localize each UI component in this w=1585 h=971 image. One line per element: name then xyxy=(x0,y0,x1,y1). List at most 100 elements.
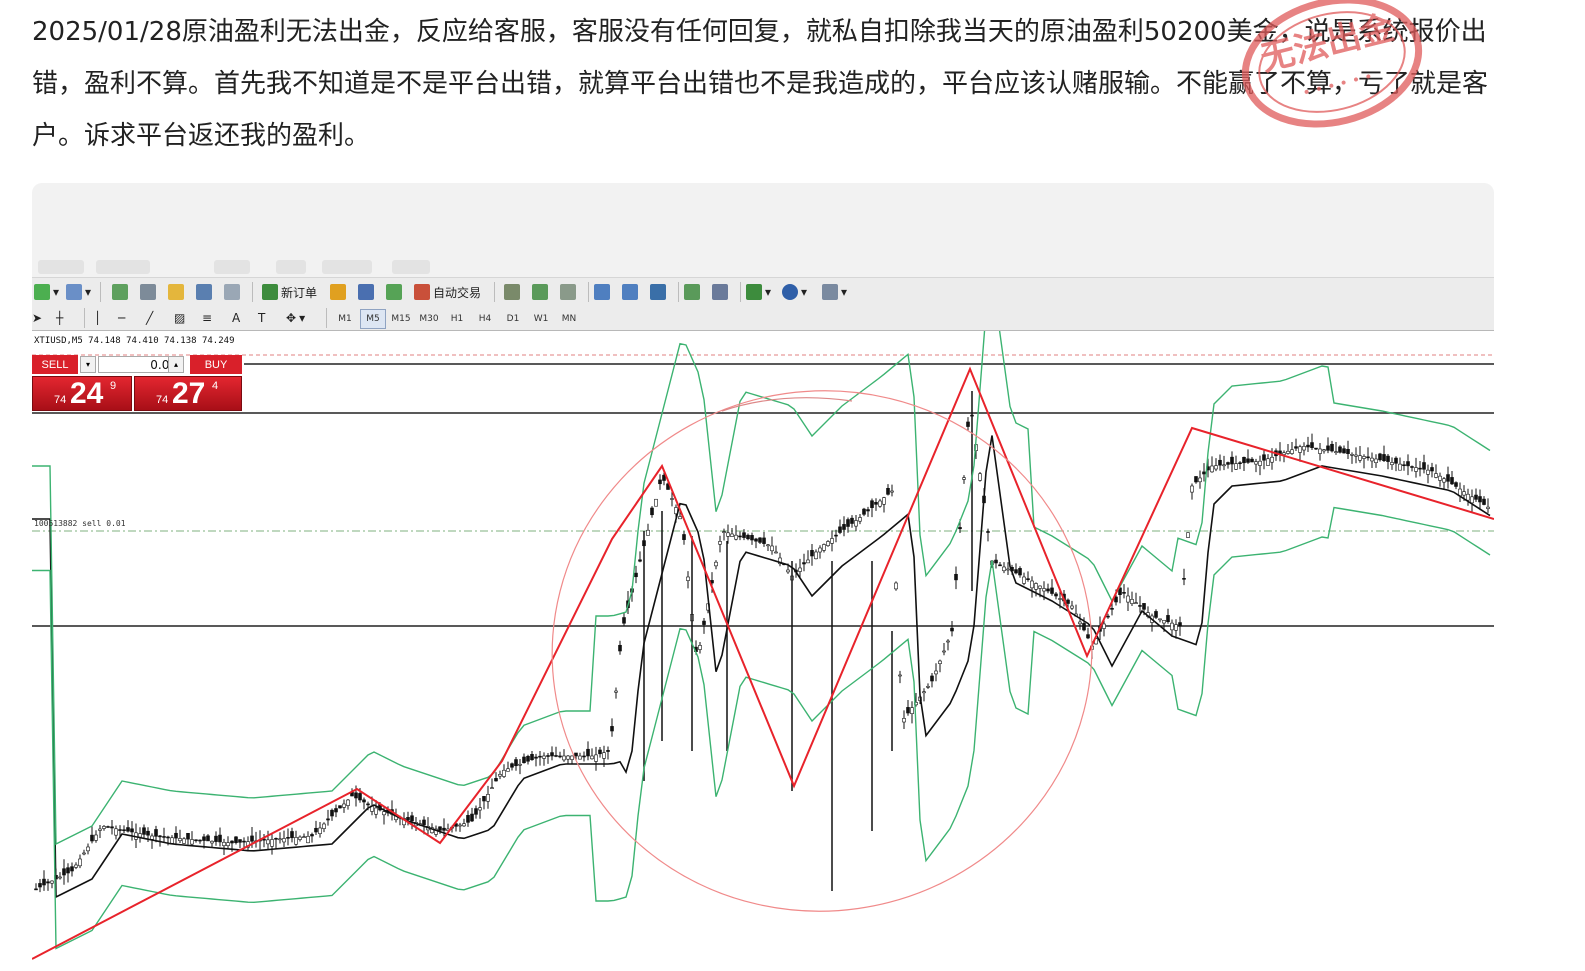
candle-body xyxy=(1046,588,1050,592)
timeframe-d1-button[interactable]: D1 xyxy=(500,309,526,329)
candle-body xyxy=(58,876,62,879)
zoom-in-button[interactable] xyxy=(594,282,610,302)
bar-chart-icon xyxy=(504,284,520,300)
candle-body xyxy=(834,534,838,537)
candle-body xyxy=(190,839,194,845)
candle-body xyxy=(1226,462,1230,465)
timeframe-w1-button[interactable]: W1 xyxy=(528,309,554,329)
market-watch-button[interactable] xyxy=(112,282,128,302)
candle-body xyxy=(754,538,758,542)
terminal-button[interactable] xyxy=(196,282,212,302)
channel-button[interactable]: ▨ xyxy=(174,308,185,328)
candle-body xyxy=(1214,465,1218,470)
bar-chart-button[interactable] xyxy=(504,282,520,302)
lot-decrease-button[interactable]: ▾ xyxy=(80,356,96,373)
candle-body xyxy=(206,835,210,842)
timeframe-mn-button[interactable]: MN xyxy=(556,309,582,329)
candle-body xyxy=(438,826,442,831)
line-chart-button[interactable] xyxy=(560,282,576,302)
candle-body xyxy=(162,836,166,838)
vertical-line-button[interactable]: │ xyxy=(94,308,101,328)
timeframe-m30-button[interactable]: M30 xyxy=(416,309,442,329)
timeframe-m1-button[interactable]: M1 xyxy=(332,309,358,329)
candle-body xyxy=(1038,585,1042,589)
price-chart[interactable] xyxy=(32,275,1494,971)
candle-chart-button[interactable] xyxy=(532,282,548,302)
candle-body xyxy=(1086,634,1090,639)
tile-windows-button[interactable] xyxy=(650,282,666,302)
market-button[interactable] xyxy=(386,282,402,302)
lot-increase-button[interactable]: ▴ xyxy=(168,356,184,373)
candle-body xyxy=(1034,583,1038,590)
candle-body xyxy=(326,818,330,821)
candle-body xyxy=(470,813,474,822)
candle-body xyxy=(1270,456,1274,463)
sell-button[interactable]: SELL xyxy=(32,355,78,374)
templates-button[interactable]: ▾ xyxy=(822,282,847,302)
candle-body xyxy=(678,516,682,520)
horizontal-line-button[interactable]: ─ xyxy=(118,308,125,328)
shapes-button[interactable]: ✥ ▾ xyxy=(286,308,305,328)
fibonacci-button[interactable]: ≡ xyxy=(202,308,212,328)
chart-shift-button[interactable] xyxy=(712,282,728,302)
candle-body xyxy=(238,839,242,843)
candle-body xyxy=(310,834,314,837)
text-tool-button[interactable]: A xyxy=(232,308,240,328)
timeframe-h4-button[interactable]: H4 xyxy=(472,309,498,329)
candle-body xyxy=(1298,446,1302,453)
candle-body xyxy=(934,670,938,675)
sell-price[interactable]: 74 24 9 xyxy=(32,376,132,411)
candle-body xyxy=(274,838,278,840)
crosshair-tool-button[interactable]: ┼ xyxy=(56,308,63,328)
autoscroll-button[interactable] xyxy=(684,282,700,302)
candle-body xyxy=(330,809,334,817)
candle-body xyxy=(586,748,590,757)
buy-price[interactable]: 74 27 4 xyxy=(134,376,242,411)
new-chart-button[interactable]: ▾ xyxy=(34,282,59,302)
template-icon xyxy=(822,284,838,300)
candle-body xyxy=(290,831,294,839)
new-order-button[interactable]: 新订单 xyxy=(262,282,317,302)
navigator-button[interactable] xyxy=(140,282,156,302)
cursor-icon: ➤ xyxy=(32,311,43,325)
tester-button[interactable] xyxy=(224,282,240,302)
moving-average-line xyxy=(32,435,1491,899)
candle-body xyxy=(242,840,246,843)
candle-body xyxy=(1398,463,1402,471)
timeframe-m5-button[interactable]: M5 xyxy=(360,309,386,329)
candle-body xyxy=(1294,446,1298,449)
candle-body xyxy=(1462,491,1466,496)
periods-button[interactable]: ▾ xyxy=(782,282,807,302)
auto-trading-button[interactable]: 自动交易 xyxy=(414,282,481,302)
favorites-button[interactable] xyxy=(168,282,184,302)
candle-body xyxy=(42,878,46,886)
candle-body xyxy=(938,660,942,664)
cursor-button[interactable]: ➤ xyxy=(32,308,42,328)
candle-body xyxy=(374,807,378,815)
candle-body xyxy=(962,477,966,480)
blurred-menu xyxy=(392,260,430,274)
candle-body xyxy=(214,835,218,842)
candle-body xyxy=(1302,446,1306,451)
candle-body xyxy=(158,835,162,838)
candle-body xyxy=(578,755,582,760)
candle-body xyxy=(1258,460,1262,466)
timeframe-h1-button[interactable]: H1 xyxy=(444,309,470,329)
signals-button[interactable] xyxy=(358,282,374,302)
profiles-button[interactable]: ▾ xyxy=(66,282,91,302)
candle-body xyxy=(362,799,366,803)
metaeditor-button[interactable] xyxy=(330,282,346,302)
text-label-button[interactable]: T xyxy=(258,308,265,328)
zoom-out-button[interactable] xyxy=(622,282,638,302)
timeframe-m15-button[interactable]: M15 xyxy=(388,309,414,329)
trendline-button[interactable]: ╱ xyxy=(146,308,153,328)
candle-body xyxy=(1446,474,1450,482)
indicators-button[interactable]: ▾ xyxy=(746,282,771,302)
candle-body xyxy=(74,864,78,868)
candle-body xyxy=(250,835,254,842)
candle-body xyxy=(1250,458,1254,463)
buy-button[interactable]: BUY xyxy=(190,355,242,374)
candle-body xyxy=(1130,599,1134,604)
candle-body xyxy=(1310,442,1314,448)
candle-body xyxy=(1366,456,1370,459)
